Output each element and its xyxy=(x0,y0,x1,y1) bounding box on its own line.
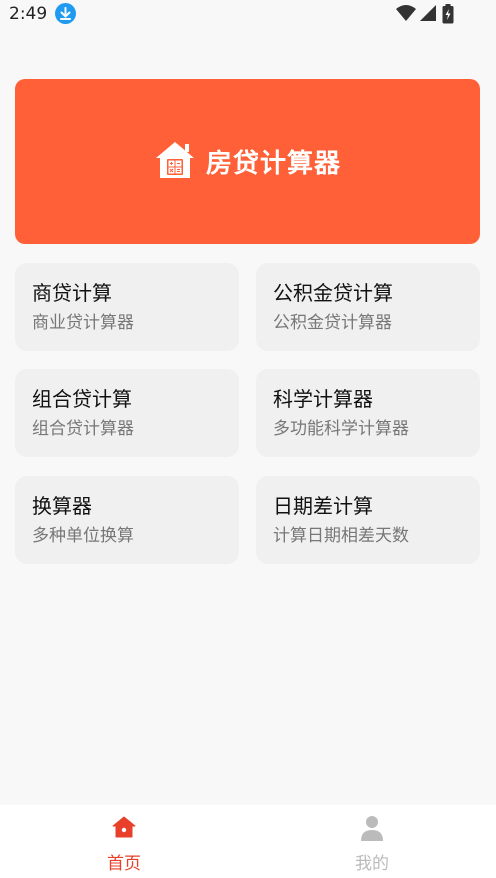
house-calculator-icon xyxy=(154,140,196,184)
card-subtitle: 多种单位换算 xyxy=(32,526,134,546)
status-bar: 2:49 xyxy=(0,0,496,28)
status-time: 2:49 xyxy=(9,4,48,24)
tab-home[interactable]: 首页 xyxy=(0,805,248,878)
card-provident-fund-loan[interactable]: 公积金贷计算 公积金贷计算器 xyxy=(256,263,480,351)
battery-charging-icon xyxy=(442,4,454,24)
card-subtitle: 商业贷计算器 xyxy=(32,313,134,333)
home-icon xyxy=(112,815,136,843)
card-title: 换算器 xyxy=(32,494,92,518)
card-date-difference[interactable]: 日期差计算 计算日期相差天数 xyxy=(256,476,480,564)
card-scientific-calculator[interactable]: 科学计算器 多功能科学计算器 xyxy=(256,369,480,457)
user-icon xyxy=(360,815,384,845)
card-subtitle: 组合贷计算器 xyxy=(32,419,134,439)
card-title: 商贷计算 xyxy=(32,281,112,305)
card-combined-loan[interactable]: 组合贷计算 组合贷计算器 xyxy=(15,369,239,457)
download-icon xyxy=(55,3,76,24)
card-subtitle: 多功能科学计算器 xyxy=(273,419,409,439)
banner: 房贷计算器 xyxy=(15,79,480,244)
bottom-tab-bar: 首页 我的 xyxy=(0,805,496,878)
card-subtitle: 计算日期相差天数 xyxy=(273,526,409,546)
banner-title: 房贷计算器 xyxy=(205,149,341,179)
wifi-icon xyxy=(396,5,416,21)
card-title: 公积金贷计算 xyxy=(273,281,393,305)
card-commercial-loan[interactable]: 商贷计算 商业贷计算器 xyxy=(15,263,239,351)
card-unit-converter[interactable]: 换算器 多种单位换算 xyxy=(15,476,239,564)
cell-signal-icon xyxy=(420,5,436,21)
tab-profile[interactable]: 我的 xyxy=(248,805,496,878)
tab-profile-label: 我的 xyxy=(355,854,389,874)
card-subtitle: 公积金贷计算器 xyxy=(273,313,392,333)
card-title: 组合贷计算 xyxy=(32,387,132,411)
card-title: 日期差计算 xyxy=(273,494,373,518)
tab-home-label: 首页 xyxy=(107,854,141,874)
card-title: 科学计算器 xyxy=(273,387,373,411)
